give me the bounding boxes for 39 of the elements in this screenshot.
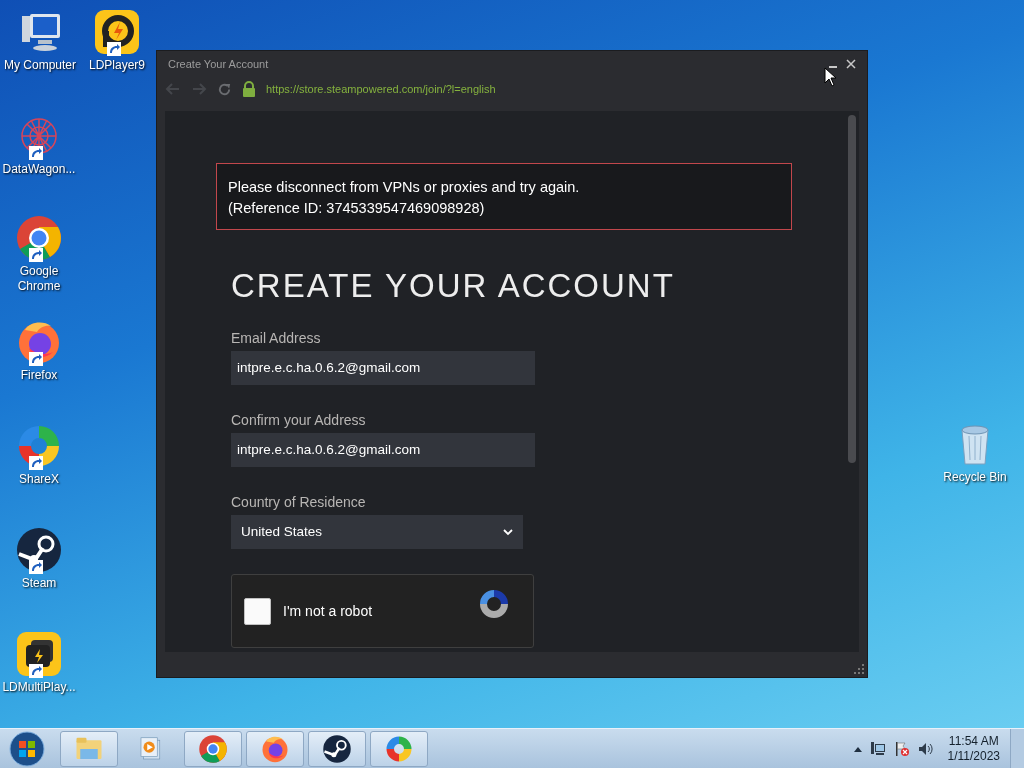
- app-logo-icon: [15, 630, 63, 678]
- country-select[interactable]: United States: [231, 515, 523, 549]
- desktop-icon-label[interactable]: Google Chrome: [0, 264, 78, 294]
- network-icon[interactable]: [869, 740, 886, 757]
- reload-icon[interactable]: [217, 81, 232, 97]
- chevron-down-icon: [503, 528, 513, 536]
- desktop-icon-label[interactable]: My Computer: [4, 58, 76, 73]
- clock-date[interactable]: 1/11/2023: [947, 748, 1000, 764]
- field-label: Country of Residence: [231, 493, 367, 511]
- page-heading: CREATE YOUR ACCOUNT: [231, 266, 676, 306]
- recaptcha-icon: [477, 587, 511, 621]
- input-field[interactable]: intpre.e.c.ha.0.6.2@gmail.com: [231, 433, 535, 467]
- scrollbar-thumb[interactable]: [848, 115, 856, 463]
- window-title: Create Your Account: [168, 56, 269, 72]
- desktop-icon-label[interactable]: ShareX: [19, 472, 59, 487]
- mouse-pointer-icon: [824, 67, 838, 87]
- flag-icon[interactable]: [893, 740, 910, 757]
- lock-icon: [242, 81, 256, 97]
- taskbar-button[interactable]: [308, 730, 366, 767]
- captcha-label: I'm not a robot: [283, 601, 373, 621]
- close-icon[interactable]: [846, 59, 856, 69]
- desktop-icon-label[interactable]: LDPlayer9: [89, 58, 145, 73]
- start-button[interactable]: [8, 729, 46, 768]
- url-text[interactable]: https://store.steampowered.com/join/?l=english: [266, 80, 496, 98]
- chrome-icon: [198, 733, 228, 764]
- input-field[interactable]: intpre.e.c.ha.0.6.2@gmail.com: [231, 351, 535, 385]
- error-message: (Reference ID: 3745339547469098928): [228, 199, 486, 218]
- captcha-checkbox[interactable]: [244, 597, 271, 625]
- field-label: Confirm your Address: [231, 411, 367, 429]
- desktop-icon-label[interactable]: DataWagon...: [2, 162, 76, 177]
- field-label: Email Address: [231, 329, 322, 347]
- clock-time[interactable]: 11:54 AM: [948, 733, 999, 749]
- show-hidden-icons-icon[interactable]: [853, 745, 862, 752]
- steam-icon: [322, 733, 352, 764]
- desktop-icon-label[interactable]: Steam: [21, 576, 57, 591]
- desktop-icon-label[interactable]: Firefox: [20, 368, 58, 383]
- resize-grip-icon[interactable]: [854, 664, 864, 674]
- app-logo-icon: [93, 8, 141, 56]
- error-message: Please disconnect from VPNs or proxies and try again.: [228, 178, 581, 197]
